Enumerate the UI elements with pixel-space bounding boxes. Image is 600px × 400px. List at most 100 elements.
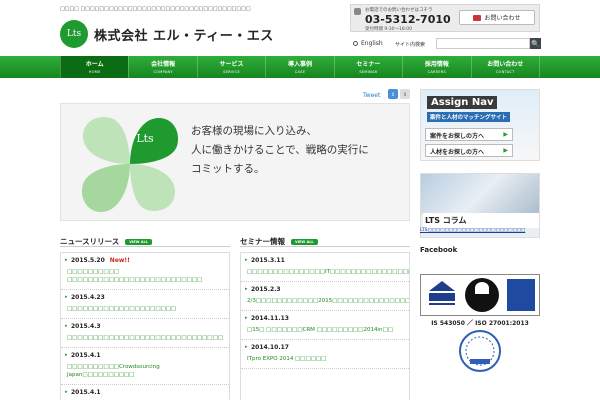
nav-label: ホーム xyxy=(85,61,104,68)
header-tagline: □□□□ □□□□□□□□□□□□□□□□□□□□□□□□□□□□□□□□□□□… xyxy=(60,6,251,12)
share-count[interactable]: 0 xyxy=(388,89,398,99)
column-link[interactable]: LTS□□□□□□□□□□□□□□□□□□□□□□□ xyxy=(420,228,540,233)
column-photo xyxy=(421,174,539,214)
search-button[interactable]: 🔍 xyxy=(530,38,541,49)
list-item[interactable]: 2015.4.23 □□□□□□□□□□□□□□□□□□□□□ xyxy=(61,290,229,319)
item-text[interactable]: □□□□□□□□□□Crowdsourcing Japan□□□□□□□□□□ xyxy=(65,363,225,379)
nav-home[interactable]: ホーム HOME xyxy=(60,56,129,78)
nav-sublabel: SEMINAR xyxy=(359,70,378,74)
nav-label: 会社情報 xyxy=(151,61,176,68)
anab-logo-icon xyxy=(427,279,457,311)
item-date: 2015.4.3 xyxy=(65,323,225,330)
nav-careers[interactable]: 採用情報 CAREERS xyxy=(402,56,470,78)
seminar-view-all-button[interactable]: VIEW ALL xyxy=(291,238,318,245)
hero-logo-text: Lts xyxy=(136,132,154,145)
english-link[interactable]: English xyxy=(353,40,383,47)
cert-text: IS 543050 ／ ISO 27001:2013 xyxy=(431,320,529,327)
clover-logo-icon: Lts xyxy=(81,116,179,212)
item-text[interactable]: □15□ □□□□□□□CRM □□□□□□□□□2014in□□ xyxy=(245,326,405,334)
list-item[interactable]: 2015.4.3 □□□□□□□□□□□□□□□□□□□□□□□□□□□□□□ xyxy=(61,319,229,348)
divider xyxy=(240,246,410,247)
list-item[interactable]: 2014.10.17 ITpro EXPO 2014 □□□□□□ xyxy=(241,340,409,369)
chevron-right-icon: ▶ xyxy=(503,147,508,154)
nav-label: お問い合わせ xyxy=(487,61,524,68)
mail-icon xyxy=(473,14,482,21)
list-item[interactable]: 2015.5.20 New!! □□□□□□□□□□ □□□□□□□□□□□□□□… xyxy=(61,253,229,290)
hero-copy: お客様の現場に入り込み、 人に働きかけることで、戦略の実行に コミットする。 xyxy=(191,122,369,179)
list-item[interactable]: 2014.11.13 □15□ □□□□□□□CRM □□□□□□□□□2014… xyxy=(241,311,409,340)
phone-number[interactable]: 03-5312-7010 xyxy=(365,13,451,26)
banner-subtitle: 案件と人材のマッチングサイト xyxy=(427,112,511,122)
nav-label: 導入事例 xyxy=(287,61,312,68)
company-logo[interactable]: Lts 株式会社 エル・ティー・エス xyxy=(60,20,274,48)
list-item[interactable]: 2015.4.1 xyxy=(61,385,229,400)
nav-service[interactable]: サービス SERVICE xyxy=(196,56,265,78)
banner-title: Assign Nav xyxy=(427,96,498,109)
nav-label: サービス xyxy=(219,61,244,68)
item-date: 2015.4.23 xyxy=(65,294,225,301)
nav-sublabel: CONTACT xyxy=(495,70,515,74)
facebook-heading: Facebook xyxy=(420,246,458,254)
item-date: 2015.5.20 New!! xyxy=(65,257,225,264)
site-search-label: サイト内検索 xyxy=(395,42,426,48)
list-item[interactable]: 2015.4.1 □□□□□□□□□□Crowdsourcing Japan□□… xyxy=(61,348,229,385)
inquiry-label: お問い合わせ xyxy=(484,15,521,22)
company-name: 株式会社 エル・ティー・エス xyxy=(94,28,274,44)
find-talent-button[interactable]: 人材をお探しの方へ ▶ xyxy=(425,144,513,157)
assign-nav-banner[interactable]: Assign Nav 案件と人材のマッチングサイト 案件をお探しの方へ ▶ 人材を… xyxy=(420,89,540,161)
item-date: 2015.4.1 xyxy=(65,352,225,359)
nav-sublabel: HOME xyxy=(88,70,101,74)
bsi-logo-icon xyxy=(465,278,499,312)
column-label: LTS コラム xyxy=(423,213,539,228)
item-text[interactable]: 2/3□□□□□□□□□□□□2015□□□□□□□□□□□□□□□□□□□□□… xyxy=(245,297,409,305)
nav-sublabel: CAREERS xyxy=(427,70,447,74)
item-text[interactable]: □□□□□□□□□□□□□□□□□□□□□□□□□□□□□□ xyxy=(65,334,225,342)
nav-company[interactable]: 会社情報 COMPANY xyxy=(128,56,196,78)
list-item[interactable]: 2015.2.3 2/3□□□□□□□□□□□□2015□□□□□□□□□□□□… xyxy=(241,282,409,311)
nav-seminar[interactable]: セミナー SEMINAR xyxy=(333,56,402,78)
item-text[interactable]: □□□□□□□□□□□□□□□IT□□□□□□□□□□□□□□□□□□□□□□□… xyxy=(245,268,409,276)
nav-contact[interactable]: お問い合わせ CONTACT xyxy=(470,56,540,78)
share-count-secondary[interactable]: 0 xyxy=(400,89,410,99)
jis-logo-icon xyxy=(507,279,535,311)
nav-sublabel: SERVICE xyxy=(223,70,240,74)
seminar-list: 2015.3.11 □□□□□□□□□□□□□□□IT□□□□□□□□□□□□□… xyxy=(240,252,410,400)
language-label: English xyxy=(361,40,383,47)
globe-icon xyxy=(353,41,358,46)
privacy-mark-icon xyxy=(459,330,501,372)
contact-box: お電話でのお問い合わせはコチラ 03-5312-7010 受付時間 9:30〜1… xyxy=(350,4,540,32)
item-date: 2015.4.1 xyxy=(65,389,225,396)
search-input[interactable] xyxy=(436,38,530,49)
find-talent-label: 人材をお探しの方へ xyxy=(430,149,485,156)
find-projects-label: 案件をお探しの方へ xyxy=(430,133,485,140)
hero-line: コミットする。 xyxy=(191,163,265,175)
contact-hours: 受付時間 9:30〜18:00 xyxy=(365,27,413,32)
phone-icon xyxy=(354,8,361,15)
item-date: 2014.11.13 xyxy=(245,315,405,322)
inquiry-button[interactable]: お問い合わせ xyxy=(459,10,535,25)
nav-label: 採用情報 xyxy=(424,61,449,68)
item-text[interactable]: ITpro EXPO 2014 □□□□□□ xyxy=(245,355,405,363)
certification-logos xyxy=(420,274,540,316)
list-item[interactable]: 2015.3.11 □□□□□□□□□□□□□□□IT□□□□□□□□□□□□□… xyxy=(241,253,409,282)
nav-sublabel: COMPANY xyxy=(153,70,173,74)
find-projects-button[interactable]: 案件をお探しの方へ ▶ xyxy=(425,128,513,141)
item-text[interactable]: □□□□□□□□□□ □□□□□□□□□□□□□□□□□□□□□□□□□□ xyxy=(65,268,225,284)
hero-banner: Lts お客様の現場に入り込み、 人に働きかけることで、戦略の実行に コミットす… xyxy=(60,103,410,221)
logo-mark: Lts xyxy=(60,20,88,48)
item-date: 2015.3.11 xyxy=(245,257,405,264)
hero-line: 人に働きかけることで、戦略の実行に xyxy=(191,144,369,156)
item-date: 2015.2.3 xyxy=(245,286,405,293)
item-date: 2014.10.17 xyxy=(245,344,405,351)
nav-sublabel: CASE xyxy=(294,70,306,74)
main-nav: ホーム HOME 会社情報 COMPANY サービス SERVICE 導入事例 CASE… xyxy=(0,56,600,78)
nav-case[interactable]: 導入事例 CASE xyxy=(265,56,333,78)
nav-label: セミナー xyxy=(356,61,381,68)
news-view-all-button[interactable]: VIEW ALL xyxy=(125,238,152,245)
divider xyxy=(60,246,230,247)
item-date-text: 2015.5.20 xyxy=(71,257,105,264)
new-badge: New!! xyxy=(109,257,130,264)
chevron-right-icon: ▶ xyxy=(503,131,508,138)
tweet-button[interactable]: Tweet xyxy=(363,92,380,99)
item-text[interactable]: □□□□□□□□□□□□□□□□□□□□□ xyxy=(65,305,225,313)
